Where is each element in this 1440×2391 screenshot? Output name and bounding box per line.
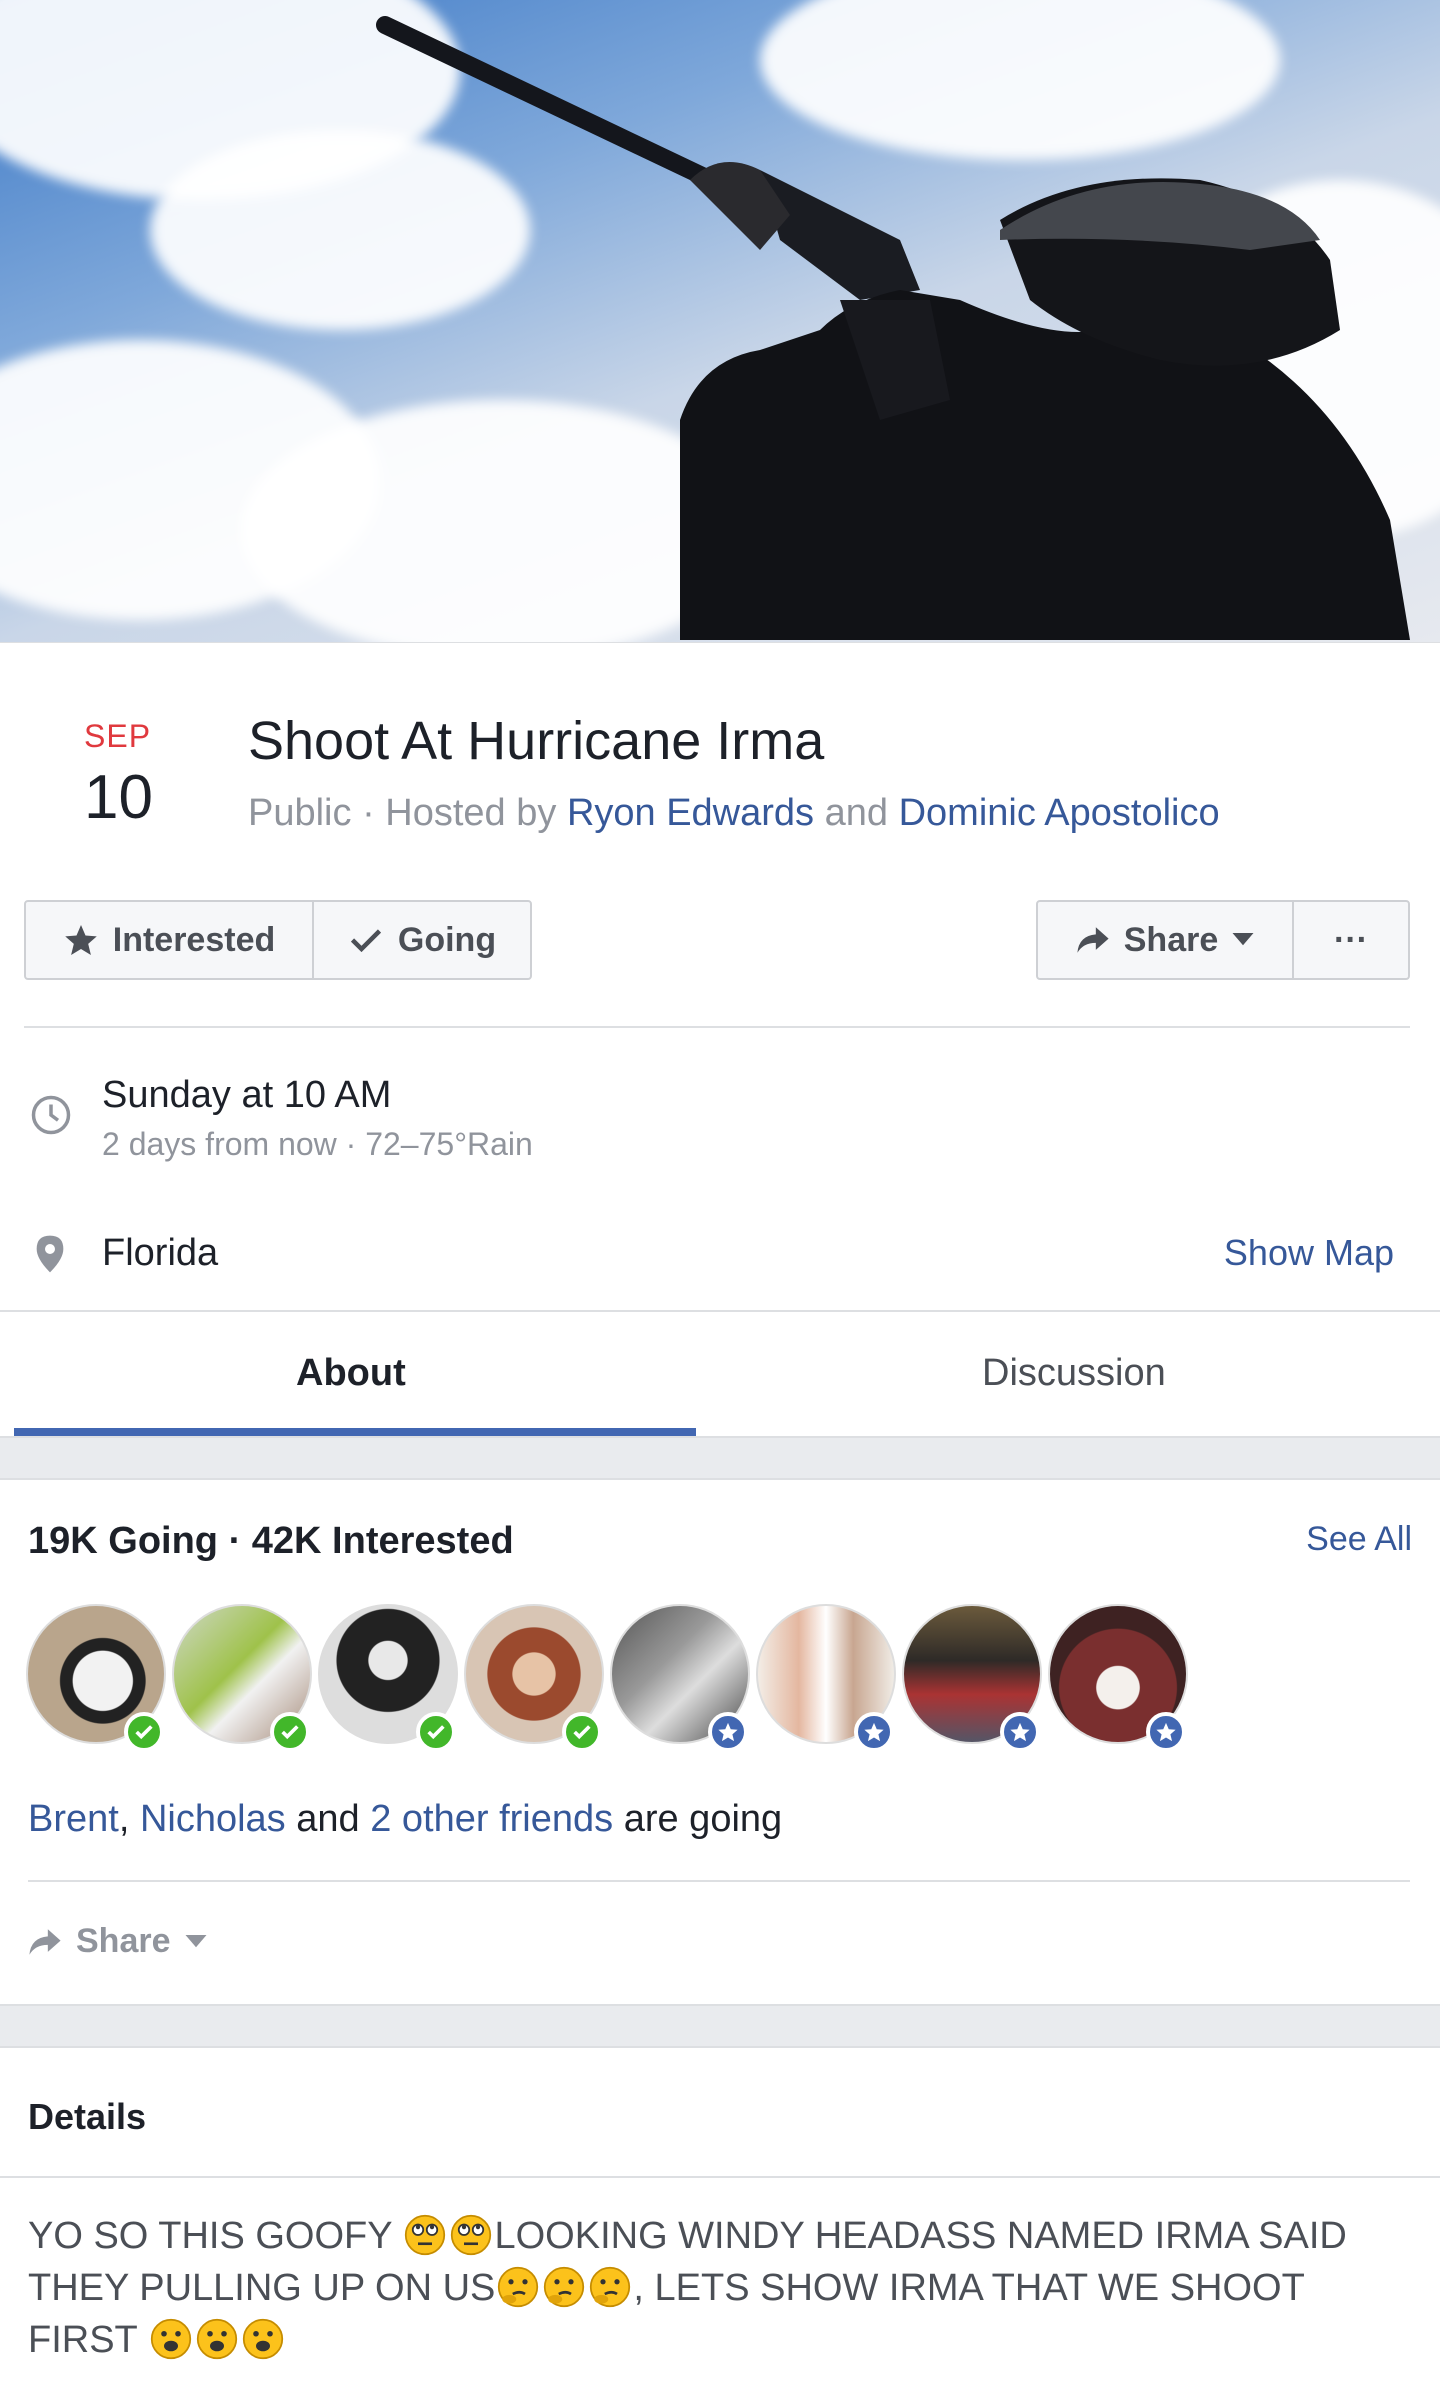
hosted-by-label: Hosted by: [385, 792, 557, 834]
active-tab-indicator: [14, 1428, 696, 1436]
event-location[interactable]: Florida: [102, 1232, 218, 1275]
details-heading: Details: [28, 2096, 147, 2137]
divider: [0, 1310, 1440, 1312]
host-link-1[interactable]: Ryon Edwards: [567, 792, 814, 834]
privacy-label: Public: [248, 792, 352, 834]
clock-icon: [31, 1095, 71, 1135]
event-day: 10: [84, 763, 153, 832]
tab-discussion[interactable]: Discussion: [982, 1352, 1166, 1395]
interested-badge-icon: [1000, 1712, 1040, 1752]
interested-badge-icon: [854, 1712, 894, 1752]
share-label: Share: [76, 1922, 171, 1960]
eye-roll-emoji-icon: [405, 2214, 446, 2256]
chevron-down-icon: [1232, 933, 1254, 946]
thinking-emoji-icon: [590, 2266, 631, 2308]
event-title: Shoot At Hurricane Irma: [248, 711, 825, 771]
are-going-label: are going: [623, 1798, 783, 1840]
going-badge-icon: [562, 1712, 602, 1752]
divider: [24, 1026, 1410, 1028]
event-time-detail: 2 days from now · 72–75°Rain: [102, 1126, 533, 1162]
share-button-group: Share ···: [1036, 900, 1410, 980]
section-separator: [0, 1436, 1440, 1480]
going-button[interactable]: Going: [312, 902, 530, 978]
interested-badge-icon: [1146, 1712, 1186, 1752]
thinking-emoji-icon: [498, 2266, 539, 2308]
share-arrow-icon: [29, 1928, 61, 1955]
interested-label: Interested: [112, 920, 276, 959]
share-arrow-icon: [1077, 927, 1109, 953]
hunter-silhouette: [376, 16, 1410, 640]
more-options-button[interactable]: ···: [1292, 902, 1408, 978]
host-link-2[interactable]: Dominic Apostolico: [899, 792, 1220, 834]
interested-button[interactable]: Interested: [26, 902, 312, 978]
event-time[interactable]: Sunday at 10 AM: [102, 1074, 391, 1117]
event-meta: Public · Hosted by Ryon Edwards and Domi…: [248, 792, 1220, 834]
interested-badge-icon: [708, 1712, 748, 1752]
location-pin-icon: [36, 1235, 64, 1273]
more-options-icon: ···: [1334, 920, 1368, 959]
divider: [28, 1880, 1410, 1882]
other-friends-link[interactable]: 2 other friends: [370, 1798, 613, 1840]
fearful-emoji-icon: [242, 2318, 283, 2360]
rsvp-button-group: Interested Going: [24, 900, 532, 980]
thinking-emoji-icon: [544, 2266, 585, 2308]
eye-roll-emoji-icon: [451, 2214, 492, 2256]
share-button[interactable]: Share: [1038, 902, 1292, 978]
divider: [0, 2176, 1440, 2178]
cover-photo: [0, 0, 1440, 642]
going-badge-icon: [416, 1712, 456, 1752]
friends-going-text: Brent, Nicholas and 2 other friends are …: [28, 1798, 783, 1840]
star-icon: [65, 925, 97, 955]
details-description: YO SO THIS GOOFY LOOKING WINDY HEADASS N…: [28, 2210, 1418, 2366]
event-month: SEP: [84, 718, 152, 754]
guest-stats[interactable]: 19K Going · 42K Interested: [28, 1520, 514, 1563]
share-label: Share: [1123, 920, 1219, 959]
and-label: and: [824, 792, 889, 834]
checkmark-icon: [350, 929, 381, 953]
and-label: and: [296, 1798, 360, 1840]
show-map-link[interactable]: Show Map: [1224, 1232, 1394, 1274]
tab-about[interactable]: About: [296, 1352, 406, 1395]
fearful-emoji-icon: [150, 2318, 191, 2360]
details-text-part: YO SO THIS GOOFY: [28, 2215, 392, 2257]
friend-link-nicholas[interactable]: Nicholas: [140, 1798, 286, 1840]
friend-link-brent[interactable]: Brent: [28, 1798, 119, 1840]
section-separator: [0, 2004, 1440, 2048]
share-event-button[interactable]: Share: [28, 1922, 207, 1961]
fearful-emoji-icon: [196, 2318, 237, 2360]
see-all-link[interactable]: See All: [1306, 1520, 1412, 1559]
going-badge-icon: [124, 1712, 164, 1752]
going-label: Going: [397, 920, 497, 959]
chevron-down-icon: [185, 1934, 206, 1947]
going-badge-icon: [270, 1712, 310, 1752]
